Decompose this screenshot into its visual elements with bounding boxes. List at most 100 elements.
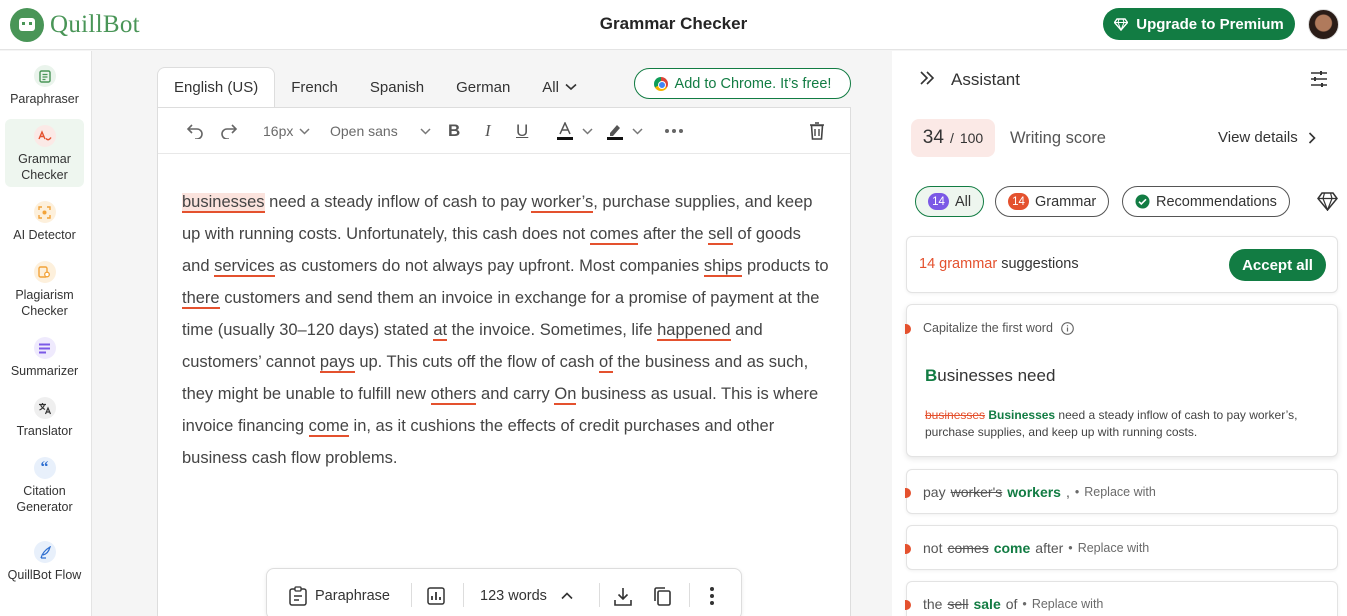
flagged-word[interactable]: worker’s [531,193,594,213]
flagged-word[interactable]: services [214,257,275,277]
suggestion-row: not comes come after • Replace with [923,540,1149,556]
editor-panel: 16px Open sans B I U businesses need a s… [157,107,851,616]
flagged-word[interactable]: there [182,289,220,309]
flagged-word[interactable]: happened [657,321,731,341]
filter-chip-grammar[interactable]: 14 Grammar [995,186,1110,217]
copy-button[interactable] [653,585,671,607]
sidebar-item-citation-generator[interactable]: “ Citation Generator [5,451,84,519]
suggestion-action: Replace with [1031,597,1104,611]
delete-button[interactable] [809,120,825,142]
text-run: and carry [476,385,555,403]
suggestion-row: pay worker's workers , • Replace with [923,484,1156,500]
download-button[interactable] [614,585,632,607]
tab-german[interactable]: German [440,67,526,107]
more-options-button[interactable] [665,120,683,142]
redo-button[interactable] [220,120,238,142]
sidebar-item-ai-detector[interactable]: AI Detector [5,195,84,251]
editor-text-area[interactable]: businesses need a steady inflow of cash … [182,186,832,474]
flagged-word[interactable]: pays [319,353,355,373]
translator-icon [33,397,56,419]
context-before: not [923,540,943,556]
suggestion-context: businesses Businesses need a steady infl… [925,407,1325,441]
chevron-down-icon [565,83,577,91]
suggestion-card[interactable]: pay worker's workers , • Replace with [905,469,1338,514]
download-icon [614,587,632,606]
action-separator: • [1022,597,1027,611]
tab-spanish[interactable]: Spanish [354,67,440,107]
collapse-panel-button[interactable] [919,71,935,90]
text-color-button[interactable] [556,120,593,142]
sidebar-item-translator[interactable]: Translator [5,391,84,447]
flagged-word[interactable]: comes [589,225,639,245]
sidebar-item-summarizer[interactable]: Summarizer [5,331,84,387]
font-size-select[interactable]: 16px [263,120,310,142]
more-horizontal-icon [665,129,683,133]
font-family-select[interactable]: Open sans [330,120,431,142]
underline-icon[interactable]: U [516,120,528,142]
tab-all-languages[interactable]: All [526,67,593,107]
italic-icon[interactable]: I [485,120,491,142]
sidebar-item-label: Paraphraser [10,92,79,106]
statistics-button[interactable] [427,585,445,607]
filter-chip-all[interactable]: 14 All [915,186,985,217]
suggestion-card[interactable]: not comes come after • Replace with [905,525,1338,570]
flagged-word[interactable]: sell [708,225,733,245]
suggestion-row: the sell sale of • Replace with [923,596,1103,612]
sidebar-item-label: Translator [16,424,73,438]
sidebar: Paraphraser Grammar Checker AI Detector … [0,51,92,616]
sidebar-item-quillbot-flow[interactable]: QuillBot Flow [5,535,84,603]
highlight-button[interactable] [606,120,643,142]
add-to-chrome-button[interactable]: Add to Chrome. It’s free! [634,68,851,99]
flagged-word[interactable]: businesses [182,193,265,213]
tab-label: All [542,78,559,96]
context-after: , [1065,484,1070,500]
chevron-down-icon [420,127,431,135]
suggestion-card[interactable]: the sell sale of • Replace with [905,581,1338,616]
sidebar-item-label: Plagiarism Checker [15,288,74,318]
flagged-word[interactable]: of [599,353,613,373]
flagged-word[interactable]: On [554,385,577,405]
flagged-word[interactable]: come [308,417,349,437]
replacement-word: workers [1007,484,1061,500]
score-separator: / [949,130,954,146]
accept-all-button[interactable]: Accept all [1229,249,1326,281]
copy-icon [654,586,671,606]
avatar[interactable] [1308,9,1339,40]
bold-icon[interactable]: B [448,120,460,142]
flagged-word[interactable]: ships [703,257,743,277]
suggestion-preview[interactable]: Businesses need [925,366,1055,386]
filter-chip-recommendations[interactable]: Recommendations [1122,186,1290,217]
chevron-down-icon [299,127,310,135]
redo-icon [221,124,238,139]
premium-diamond-button[interactable] [1317,192,1338,216]
active-suggestion-card[interactable]: Capitalize the first word Businesses nee… [905,304,1338,457]
view-details-link[interactable]: View details [1218,129,1316,146]
tab-french[interactable]: French [275,67,354,107]
error-marker [905,544,911,554]
settings-button[interactable] [1310,70,1328,93]
sidebar-item-paraphraser[interactable]: Paraphraser [5,59,84,115]
score-max: 100 [959,130,984,146]
info-icon[interactable] [1061,321,1074,335]
undo-button[interactable] [186,120,204,142]
tab-english-us[interactable]: English (US) [157,67,276,107]
suggestion-count-label: suggestions [1001,256,1079,272]
text-run: the invoice. Sometimes, life [447,321,658,339]
sidebar-item-plagiarism-checker[interactable]: Plagiarism Checker [5,255,84,323]
quillbot-logo[interactable]: QuillBot [10,8,140,42]
font-family-value: Open sans [330,123,398,139]
chrome-label: Add to Chrome. It’s free! [674,75,832,92]
chevron-right-icon [1308,131,1316,144]
flagged-word[interactable]: at [433,321,448,341]
paraphrase-icon [289,586,307,606]
flagged-word[interactable]: others [430,385,477,405]
sidebar-item-label: Grammar Checker [18,152,71,182]
more-menu-button[interactable] [710,585,714,607]
sidebar-item-grammar-checker[interactable]: Grammar Checker [5,119,84,187]
word-count-toggle[interactable]: 123 words [480,585,573,607]
divider [689,583,690,607]
paraphrase-button[interactable]: Paraphrase [289,585,390,607]
original-word: worker's [950,484,1003,500]
upgrade-button[interactable]: Upgrade to Premium [1103,8,1295,40]
tab-label: English (US) [174,79,259,96]
